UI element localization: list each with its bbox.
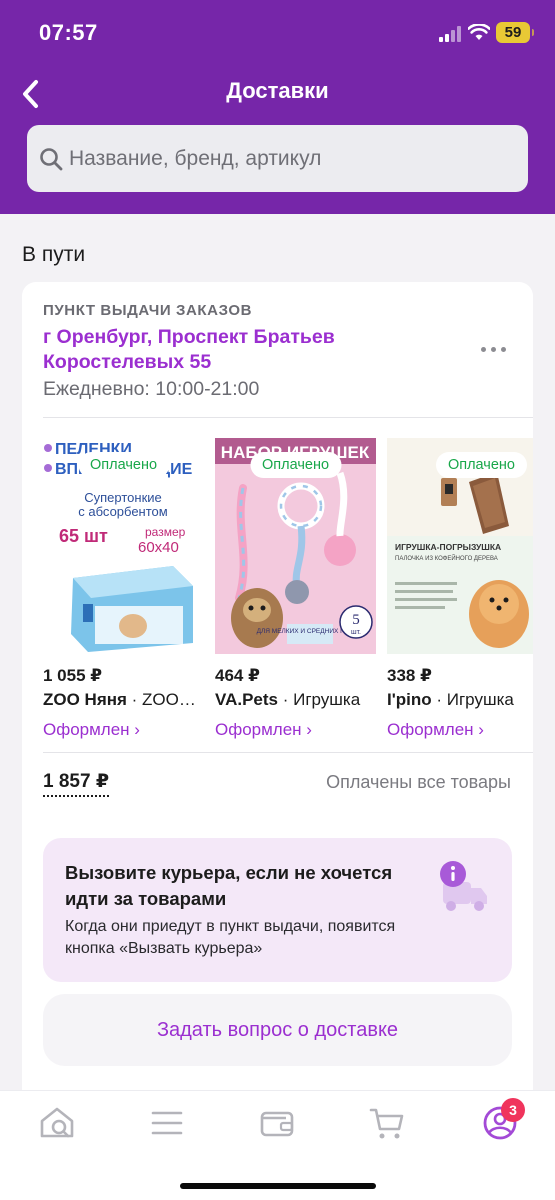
payment-status: Оплачены все товары xyxy=(326,772,511,792)
courier-promo-text: Когда они приедут в пункт выдачи, появит… xyxy=(65,918,396,957)
divider xyxy=(43,417,533,418)
divider xyxy=(43,752,533,753)
pickup-address[interactable]: г Оренбург, Проспект Братьев Коростелевы… xyxy=(43,325,443,375)
paid-badge: Оплачено xyxy=(249,452,342,478)
product-brand: ZOO Няня xyxy=(43,690,127,709)
paid-badge: Оплачено xyxy=(435,452,527,478)
product-name: VA.Pets · Игрушка xyxy=(215,690,370,710)
order-total[interactable]: 1 857 ₽ xyxy=(43,770,110,797)
search-input[interactable] xyxy=(69,125,519,192)
wifi-icon xyxy=(468,24,490,40)
dot-icon xyxy=(481,346,486,352)
tab-cart-icon[interactable] xyxy=(367,1103,407,1143)
tab-catalog-menu-icon[interactable] xyxy=(147,1103,187,1143)
thumb-text: 5 xyxy=(352,612,360,628)
thumb-text: ИГРУШКА-ПОГРЫЗУШКА xyxy=(395,542,501,552)
page-title: Доставки xyxy=(226,78,329,103)
order-status-link[interactable]: Оформлен › xyxy=(215,720,312,740)
paid-badge: Оплачено xyxy=(77,452,170,478)
status-time: 07:57 xyxy=(39,20,98,45)
app-header: 07:57 59 Доставки xyxy=(0,0,555,214)
product-price: 338 ₽ xyxy=(387,666,432,685)
tab-home-search-icon[interactable] xyxy=(37,1103,77,1143)
product-name: ZOO Няня · ZOO Няня xyxy=(43,690,198,710)
order-status-link[interactable]: Оформлен › xyxy=(387,720,484,740)
search-bar[interactable] xyxy=(27,125,528,192)
thumb-text: ПАЛОЧКА ИЗ КОФЕЙНОГО ДЕРЕВА xyxy=(395,554,498,562)
product-image[interactable]: ИГРУШКА-ПОГРЫЗУШКА ПАЛОЧКА ИЗ КОФЕЙНОГО … xyxy=(387,438,533,654)
thumb-text: 60х40 xyxy=(138,539,179,556)
thumb-text: 65 шт xyxy=(59,526,108,546)
dot-icon xyxy=(491,346,496,352)
product-title: · Игрушка xyxy=(278,690,361,709)
thumb-text: шт. xyxy=(351,629,361,636)
thumb-text: с абсорбентом xyxy=(78,504,167,519)
tab-wallet-icon[interactable] xyxy=(257,1103,297,1143)
pickup-point-label: ПУНКТ ВЫДАЧИ ЗАКАЗОВ xyxy=(43,302,253,319)
more-options-button[interactable] xyxy=(481,342,515,356)
cellular-signal-icon xyxy=(439,26,461,42)
thumb-text: размер xyxy=(145,525,186,539)
product-image[interactable]: НАБОР ИГРУШЕК ДЛЯ МЕЛКИХ И СРЕДНИХ ПОРОД… xyxy=(215,438,376,654)
thumb-text: Супертонкие xyxy=(84,490,162,505)
product-name: I'pino · Игрушка xyxy=(387,690,533,710)
product-image[interactable]: ПЕЛЕНКИ ВПИТЫВАЮЩИЕ Супертонкие с абсорб… xyxy=(43,438,204,654)
product-brand: VA.Pets xyxy=(215,690,278,709)
pickup-hours: Ежедневно: 10:00-21:00 xyxy=(43,378,260,400)
home-indicator xyxy=(180,1183,376,1189)
product-title: · Игрушка xyxy=(431,690,514,709)
section-title: В пути xyxy=(22,243,86,266)
product-brand: I'pino xyxy=(387,690,432,709)
ask-delivery-question-button[interactable]: Задать вопрос о доставке xyxy=(43,994,512,1066)
order-status-link[interactable]: Оформлен › xyxy=(43,720,140,740)
status-bar: 07:57 59 xyxy=(0,0,555,66)
delivery-truck-icon xyxy=(440,861,487,911)
battery-indicator: 59 xyxy=(496,22,534,43)
profile-notification-badge: 3 xyxy=(501,1098,525,1122)
search-icon xyxy=(40,148,63,171)
product-price: 1 055 ₽ xyxy=(43,666,103,685)
courier-promo: Вызовите курьера, если не хочется идти з… xyxy=(43,838,512,982)
delivery-card: ПУНКТ ВЫДАЧИ ЗАКАЗОВ г Оренбург, Проспек… xyxy=(22,282,533,1090)
dot-icon xyxy=(501,346,506,352)
product-price: 464 ₽ xyxy=(215,666,260,685)
courier-promo-title: Вызовите курьера, если не хочется идти з… xyxy=(65,862,393,909)
product-title: · ZOO Няня xyxy=(131,690,198,709)
